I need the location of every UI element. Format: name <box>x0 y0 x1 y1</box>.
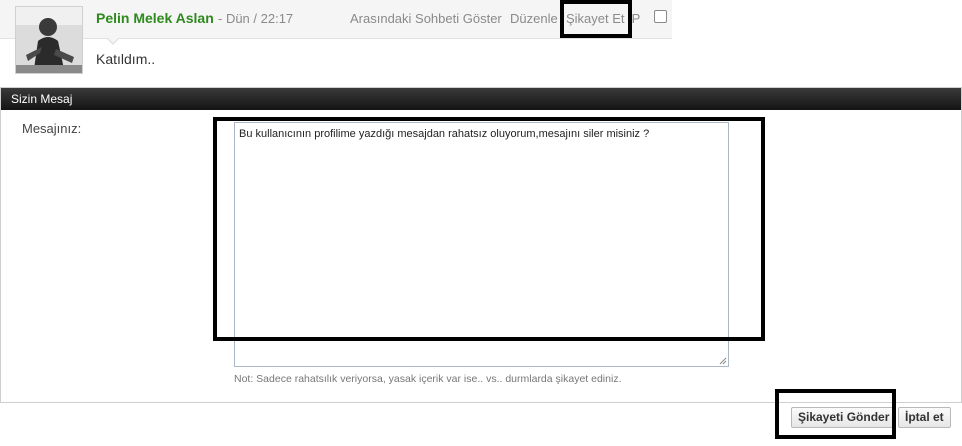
highlight-box-message <box>213 117 765 341</box>
cancel-button[interactable]: İptal et <box>898 407 951 428</box>
comment-text: Katıldım.. <box>96 51 156 67</box>
select-comment-checkbox[interactable] <box>654 10 667 23</box>
panel-header: Sizin Mesaj <box>1 88 961 110</box>
bubble-notch-inner <box>107 37 119 43</box>
highlight-box-report-link <box>560 0 632 38</box>
report-note: Not: Sadece rahatsılık veriyorsa, yasak … <box>234 373 622 385</box>
comment-date: - Dün / 22:17 <box>218 11 294 26</box>
highlight-box-submit <box>775 389 896 439</box>
edit-link[interactable]: Düzenle <box>510 11 558 26</box>
show-conversation-link[interactable]: Arasındaki Sohbeti Göster <box>350 11 502 26</box>
comment-author-link[interactable]: Pelin Melek Aslan <box>96 10 214 26</box>
message-label: Mesajınız: <box>22 121 82 136</box>
resize-grip-icon[interactable] <box>719 357 727 365</box>
avatar[interactable] <box>15 6 83 74</box>
avatar-photo-icon <box>16 7 82 73</box>
panel-title: Sizin Mesaj <box>11 92 73 106</box>
